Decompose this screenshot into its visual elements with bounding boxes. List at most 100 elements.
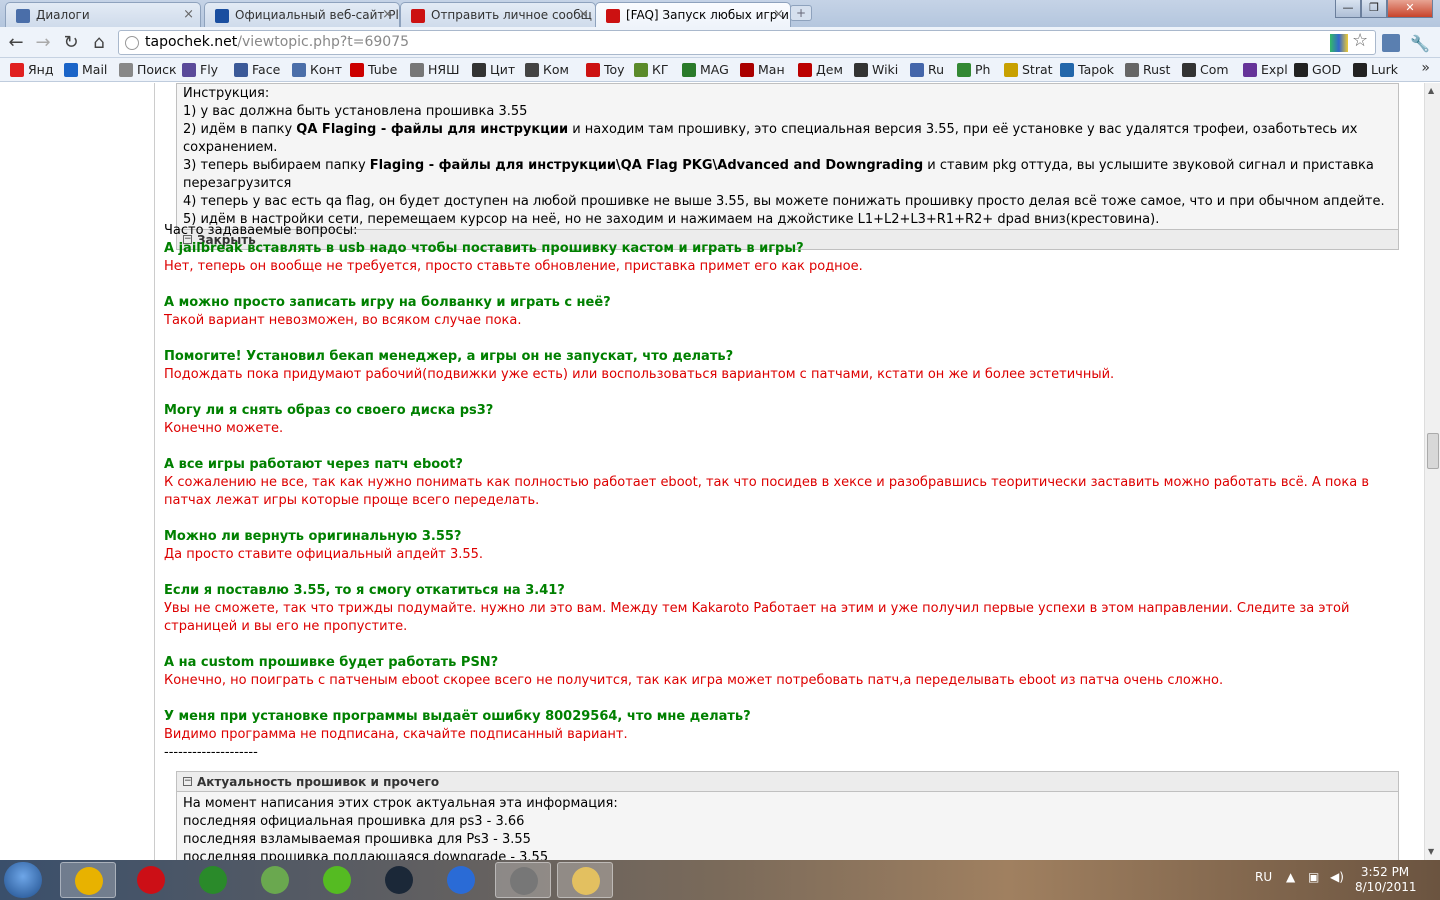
dem-icon bbox=[798, 63, 812, 77]
bookmark-ком[interactable]: Ком bbox=[523, 62, 569, 77]
reload-button[interactable]: ↻ bbox=[60, 32, 82, 54]
spoiler-title: Актуальность прошивок и прочего bbox=[197, 775, 440, 789]
bookmark-ман[interactable]: Ман bbox=[738, 62, 785, 77]
collapse-icon: − bbox=[183, 776, 192, 786]
tray-arrow-icon[interactable]: ▲ bbox=[1286, 870, 1295, 884]
mail-notifier-icon[interactable] bbox=[1382, 34, 1400, 52]
lurk-icon bbox=[1353, 63, 1367, 77]
network-icon[interactable]: ▣ bbox=[1308, 870, 1319, 884]
back-button[interactable]: ← bbox=[5, 32, 27, 54]
tab-1[interactable]: Диалоги × bbox=[5, 2, 201, 27]
bookmark-цит[interactable]: Цит bbox=[470, 62, 515, 77]
bookmark-янд[interactable]: Янд bbox=[8, 62, 54, 77]
language-indicator[interactable]: RU bbox=[1255, 870, 1272, 884]
vk-icon bbox=[16, 9, 30, 23]
clock-time: 3:52 PM bbox=[1360, 865, 1410, 879]
bookmark-label: Com bbox=[1200, 62, 1229, 77]
minimize-button[interactable]: — bbox=[1335, 0, 1361, 18]
steam-icon bbox=[385, 866, 413, 894]
bookmark-tapok[interactable]: Tapok bbox=[1058, 62, 1114, 77]
bookmark-mail[interactable]: Mail bbox=[62, 62, 107, 77]
scroll-down-icon[interactable]: ▼ bbox=[1428, 847, 1434, 856]
bookmark-strat[interactable]: Strat bbox=[1002, 62, 1053, 77]
itunes-taskbar-button[interactable] bbox=[433, 862, 489, 898]
bookmark-ru[interactable]: Ru bbox=[908, 62, 944, 77]
bookmark-com[interactable]: Com bbox=[1180, 62, 1229, 77]
bookmark-toy[interactable]: Toy bbox=[584, 62, 625, 77]
faq-answer: Конечно можете. bbox=[164, 421, 284, 436]
faq-spacer bbox=[164, 564, 1409, 582]
instruction-text: 3) теперь выбираем папку bbox=[183, 158, 370, 173]
maximize-button[interactable]: ❐ bbox=[1361, 0, 1387, 18]
bookmarks-overflow-icon[interactable]: » bbox=[1421, 60, 1430, 76]
bookmark-fly[interactable]: Fly bbox=[180, 62, 218, 77]
scrollbar-thumb[interactable] bbox=[1427, 433, 1439, 469]
utorrent-taskbar-button[interactable] bbox=[185, 862, 241, 898]
tapok-icon bbox=[1060, 63, 1074, 77]
bookmark-god[interactable]: GOD bbox=[1292, 62, 1341, 77]
close-window-button[interactable]: ✕ bbox=[1387, 0, 1433, 18]
wrench-icon[interactable]: 🔧 bbox=[1410, 34, 1430, 53]
actuality-line: последняя взламываемая прошивка для Ps3 … bbox=[183, 832, 531, 847]
tab-strip: Диалоги × Официальный веб-сайт Pl × Отправит… bbox=[0, 0, 1440, 28]
playstation-icon bbox=[215, 9, 229, 23]
icq-taskbar-button[interactable] bbox=[309, 862, 365, 898]
tab-3[interactable]: Отправить личное сообщ × bbox=[400, 2, 596, 27]
bookmark-label: Mail bbox=[82, 62, 108, 77]
bookmark-дем[interactable]: Дем bbox=[796, 62, 843, 77]
faq-answer: Такой вариант невозможен, во всяком случ… bbox=[164, 313, 522, 328]
bookmark-expl[interactable]: Expl bbox=[1241, 62, 1288, 77]
chrome-taskbar-button[interactable] bbox=[60, 862, 116, 898]
explorer-taskbar-button[interactable] bbox=[557, 862, 613, 898]
extension-icon[interactable] bbox=[1330, 34, 1348, 52]
steam-taskbar-button[interactable] bbox=[371, 862, 427, 898]
tab-4[interactable]: [FAQ] Запуск любых игр и × bbox=[595, 2, 791, 28]
new-tab-button[interactable]: + bbox=[790, 5, 812, 21]
bookmark-mag[interactable]: MAG bbox=[680, 62, 729, 77]
app-taskbar-button[interactable] bbox=[495, 862, 551, 898]
home-button[interactable]: ⌂ bbox=[88, 32, 110, 54]
trash-taskbar-button[interactable] bbox=[247, 862, 303, 898]
bookmark-tube[interactable]: Tube bbox=[348, 62, 397, 77]
scroll-up-icon[interactable]: ▲ bbox=[1428, 86, 1434, 95]
windows-taskbar: RU ▲ ▣ ◀) 3:52 PM 8/10/2011 bbox=[0, 860, 1440, 900]
bookmark-label: Toy bbox=[604, 62, 625, 77]
tab-close-icon[interactable]: × bbox=[183, 7, 194, 22]
tab-close-icon[interactable]: × bbox=[773, 7, 784, 22]
youtube-icon bbox=[350, 63, 364, 77]
start-button[interactable] bbox=[4, 862, 42, 898]
icq-icon bbox=[323, 866, 351, 894]
faq-question: Могу ли я снять образ со своего диска ps… bbox=[164, 403, 494, 418]
god-icon bbox=[1294, 63, 1308, 77]
bookmark-кг[interactable]: КГ bbox=[632, 62, 669, 77]
bookmark-ph[interactable]: Ph bbox=[955, 62, 990, 77]
tapochek-icon bbox=[586, 63, 600, 77]
faq-question: Если я поставлю 3.55, то я смогу откатит… bbox=[164, 583, 565, 598]
bookmark-wiki[interactable]: Wiki bbox=[852, 62, 898, 77]
tab-close-icon[interactable]: × bbox=[382, 7, 393, 22]
opera-taskbar-button[interactable] bbox=[123, 862, 179, 898]
bookmark-поиск[interactable]: Поиск bbox=[117, 62, 177, 77]
address-bar[interactable]: tapochek.net/viewtopic.php?t=69075 bbox=[118, 30, 1376, 55]
tab-2[interactable]: Официальный веб-сайт Pl × bbox=[204, 2, 400, 27]
bookmark-rust[interactable]: Rust bbox=[1123, 62, 1170, 77]
faq-spacer bbox=[164, 636, 1409, 654]
bookmark-конт[interactable]: Конт bbox=[290, 62, 342, 77]
bookmark-face[interactable]: Face bbox=[232, 62, 280, 77]
bookmark-label: Ком bbox=[543, 62, 569, 77]
page-content: Инструкция: 1) у вас должна быть установл… bbox=[0, 83, 1424, 860]
bookmark-lurk[interactable]: Lurk bbox=[1351, 62, 1398, 77]
faq-question: А jailbreak вставлять в usb надо чтобы п… bbox=[164, 241, 804, 256]
vertical-scrollbar[interactable]: ▲ ▼ bbox=[1424, 83, 1440, 860]
bookmark-label: Tapok bbox=[1078, 62, 1115, 77]
app-icon bbox=[510, 867, 538, 895]
tapochek-icon bbox=[411, 9, 425, 23]
system-clock[interactable]: 3:52 PM 8/10/2011 bbox=[1355, 865, 1417, 895]
spoiler-title-toggle[interactable]: − Актуальность прошивок и прочего bbox=[177, 772, 1398, 792]
volume-icon[interactable]: ◀) bbox=[1330, 870, 1344, 884]
tab-close-icon[interactable]: × bbox=[578, 7, 589, 22]
mail-icon bbox=[64, 63, 78, 77]
bookmark-star-icon[interactable]: ☆ bbox=[1352, 30, 1368, 51]
forward-button[interactable]: → bbox=[32, 32, 54, 54]
bookmark-няш[interactable]: НЯШ bbox=[408, 62, 459, 77]
